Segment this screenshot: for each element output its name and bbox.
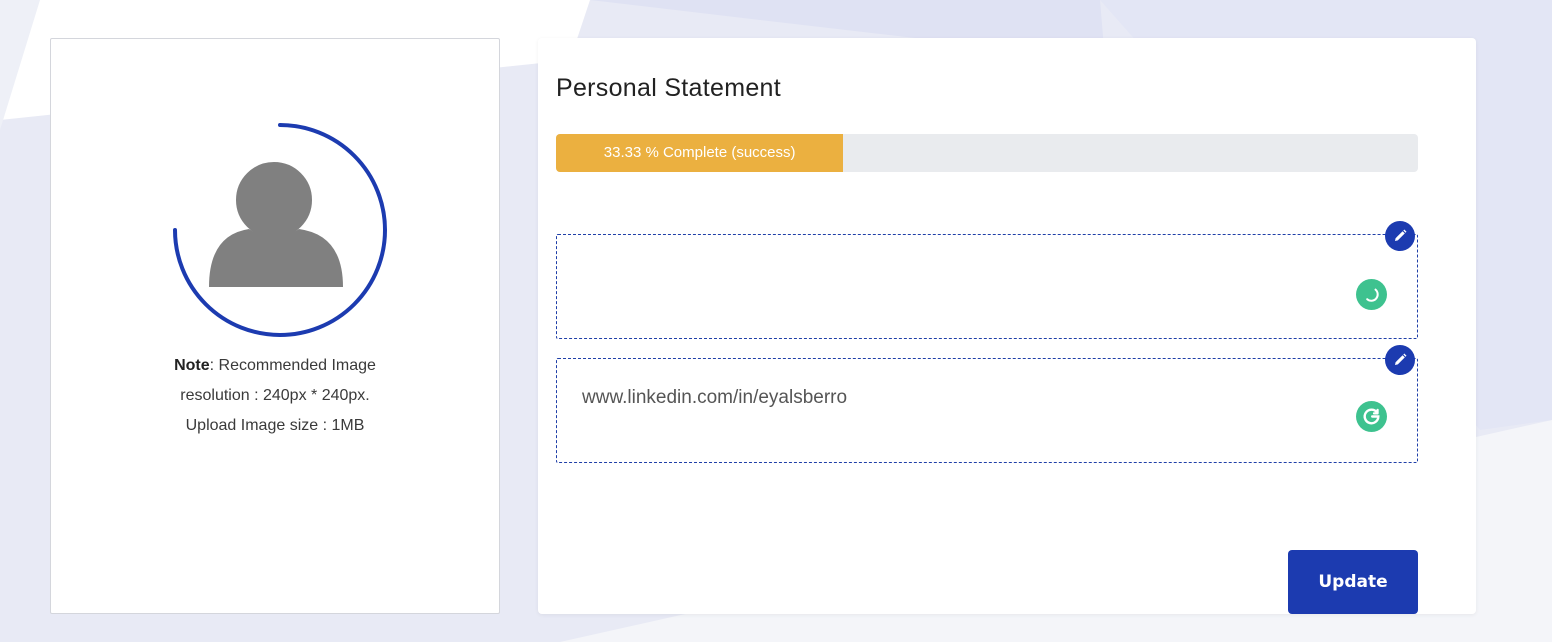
image-note: Note: Recommended Image resolution : 240… bbox=[51, 351, 499, 441]
pencil-icon bbox=[1395, 229, 1407, 241]
note-line3: Upload Image size : 1MB bbox=[185, 417, 365, 434]
grammarly-icon[interactable] bbox=[1356, 279, 1387, 310]
note-line2: resolution : 240px * 240px. bbox=[180, 387, 370, 404]
personal-statement-card: Personal Statement 33.33 % Complete (suc… bbox=[538, 38, 1476, 614]
note-line1: : Recommended Image bbox=[209, 357, 376, 374]
note-label: Note bbox=[174, 357, 210, 374]
pencil-icon bbox=[1395, 353, 1407, 365]
grammarly-icon[interactable] bbox=[1356, 401, 1387, 432]
page-title: Personal Statement bbox=[556, 74, 781, 102]
progress-fill: 33.33 % Complete (success) bbox=[556, 134, 844, 172]
linkedin-field-text: www.linkedin.com/in/eyalsberro bbox=[582, 387, 848, 408]
user-avatar-icon bbox=[173, 123, 387, 337]
grammarly-g-icon bbox=[1363, 408, 1380, 425]
loading-spinner-icon bbox=[1366, 288, 1379, 302]
avatar-upload[interactable] bbox=[167, 117, 393, 343]
update-button[interactable]: Update bbox=[1288, 550, 1418, 614]
statement-field[interactable] bbox=[556, 221, 1418, 339]
progress-bar: 33.33 % Complete (success) bbox=[556, 134, 1418, 172]
edit-statement-button[interactable] bbox=[1385, 221, 1415, 251]
profile-image-card: Note: Recommended Image resolution : 240… bbox=[50, 38, 500, 614]
linkedin-field[interactable]: www.linkedin.com/in/eyalsberro bbox=[556, 345, 1418, 463]
edit-linkedin-button[interactable] bbox=[1385, 345, 1415, 375]
